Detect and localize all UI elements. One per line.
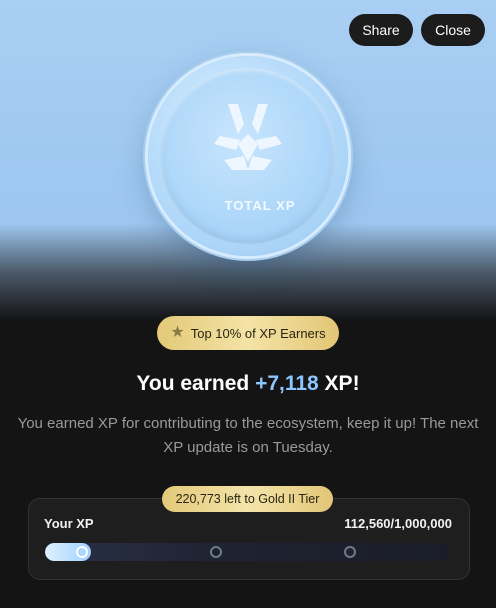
xp-count: 112,560/1,000,000	[344, 516, 452, 531]
xp-progress-bar	[45, 543, 451, 561]
xp-logo-icon	[214, 104, 282, 170]
tier-remaining-pill: 220,773 left to Gold II Tier	[162, 486, 333, 512]
your-xp-label: Your XP	[44, 516, 94, 531]
headline-prefix: You earned	[136, 372, 256, 395]
coin-face: TOTAL XP	[160, 68, 336, 244]
coin-label: TOTAL XP	[224, 198, 296, 213]
xp-summary-card: Share Close TOTAL XP ★ Top 10% of XP Ear…	[0, 0, 496, 608]
progress-milestone-1	[75, 546, 88, 558]
star-icon: ★	[170, 324, 185, 341]
headline-suffix: XP!	[318, 372, 360, 395]
progress-milestone-3	[343, 546, 356, 558]
rank-badge-label: Top 10% of XP Earners	[190, 325, 326, 341]
earned-xp-amount: +7,118	[255, 372, 319, 395]
rank-badge: ★ Top 10% of XP Earners	[157, 316, 339, 350]
description-text: You earned XP for contributing to the ec…	[17, 415, 479, 456]
share-button[interactable]: Share	[349, 14, 413, 46]
earned-headline: You earned +7,118 XP!	[0, 372, 496, 396]
progress-milestone-2	[209, 546, 222, 558]
close-button[interactable]: Close	[421, 14, 485, 46]
total-xp-coin: TOTAL XP	[148, 56, 348, 256]
